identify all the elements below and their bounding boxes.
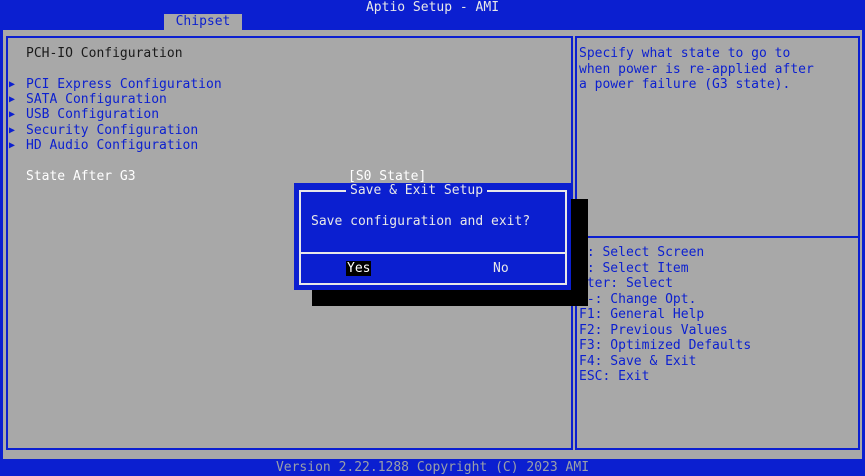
key-legend: ←: Select Screen ↓: Select Item nter: Se…: [579, 245, 751, 385]
help-divider: [575, 236, 860, 238]
help-frame: [575, 36, 860, 450]
key-hint: ESC: Exit: [579, 369, 650, 384]
submenu-arrow-icon: ▶: [9, 79, 16, 90]
tab-chipset[interactable]: Chipset: [164, 14, 242, 30]
yes-button[interactable]: Yes: [346, 261, 372, 276]
key-hint: ↓: Select Item: [579, 260, 689, 276]
dialog-message: Save configuration and exit?: [311, 214, 531, 229]
submenu-arrow-icon: ▶: [9, 125, 16, 136]
key-hint: /-: Change Opt.: [579, 291, 697, 307]
key-hint: F3: Optimized Defaults: [579, 338, 752, 353]
window-title: Aptio Setup - AMI: [365, 0, 500, 15]
submenu-arrow-icon: ▶: [9, 94, 16, 105]
submenu-arrow-icon: ▶: [9, 109, 16, 120]
key-hint: ←: Select Screen: [579, 245, 705, 260]
dialog-frame: [299, 190, 567, 285]
setting-state-after-g3-label: State After G3: [26, 169, 136, 184]
key-hint: F1: General Help: [579, 307, 705, 322]
menu-item-pci-express[interactable]: PCI Express Configuration: [26, 77, 222, 92]
menu-item-usb[interactable]: USB Configuration: [26, 107, 159, 122]
menu-item-sata[interactable]: SATA Configuration: [26, 92, 167, 107]
footer-version: Version 2.22.1288 Copyright (C) 2023 AMI: [275, 460, 590, 475]
dialog-title: Save & Exit Setup: [346, 183, 488, 199]
setting-state-after-g3-value[interactable]: [S0 State]: [348, 169, 426, 184]
help-text: Specify what state to go to when power i…: [579, 46, 814, 92]
key-hint: nter: Select: [579, 276, 673, 291]
dialog-separator: [301, 252, 565, 254]
no-button[interactable]: No: [493, 261, 509, 276]
page-heading: PCH-IO Configuration: [26, 46, 183, 61]
key-hint: F4: Save & Exit: [579, 353, 697, 369]
submenu-arrow-icon: ▶: [9, 140, 16, 151]
key-hint: F2: Previous Values: [579, 322, 728, 338]
menu-item-hd-audio[interactable]: HD Audio Configuration: [26, 138, 198, 153]
menu-item-security[interactable]: Security Configuration: [26, 123, 198, 138]
